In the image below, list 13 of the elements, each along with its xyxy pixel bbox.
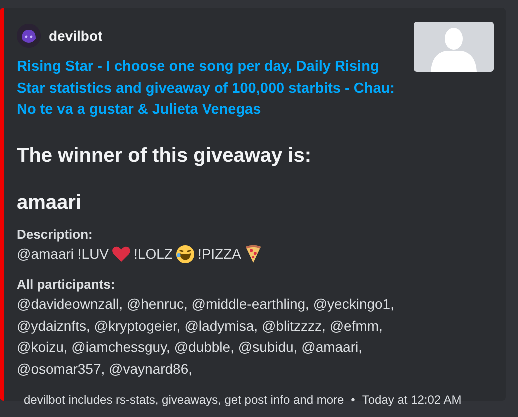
field-name: Description: [17,226,94,242]
field-name: All participants: [17,277,116,292]
field-value: !PIZZA [198,244,242,264]
field-value: @davideownzall, @henruc, @middle-earthling, @yeckingo1, @ydaiznfts, @kryptogeier, @ladymisa, @blitzzzz, @efmm, @koizu, @iamchessguy, @dubble, @subidu, @amaari, @osomar357, @vaynard86, [17,295,396,379]
field-value: !LOLZ [134,244,173,264]
embed-title-link[interactable]: Rising Star - I choose one song per day, Daily Rising Star statistics and giveaway of 100,000 starbits - Chau: No te va a gustar & Julieta Venegas [17,57,397,122]
author-name[interactable]: devilbot [49,28,103,44]
field-value: @amaari !LUV [17,244,110,264]
footer-separator: • [351,393,356,407]
footer-text: devilbot includes rs-stats, giveaways, get post info and more [24,393,344,407]
winner-name: amaari [17,192,82,214]
embed-heading: The winner of this giveaway is: [17,144,313,168]
footer-timestamp: Today at 12:02 AM [362,393,462,407]
